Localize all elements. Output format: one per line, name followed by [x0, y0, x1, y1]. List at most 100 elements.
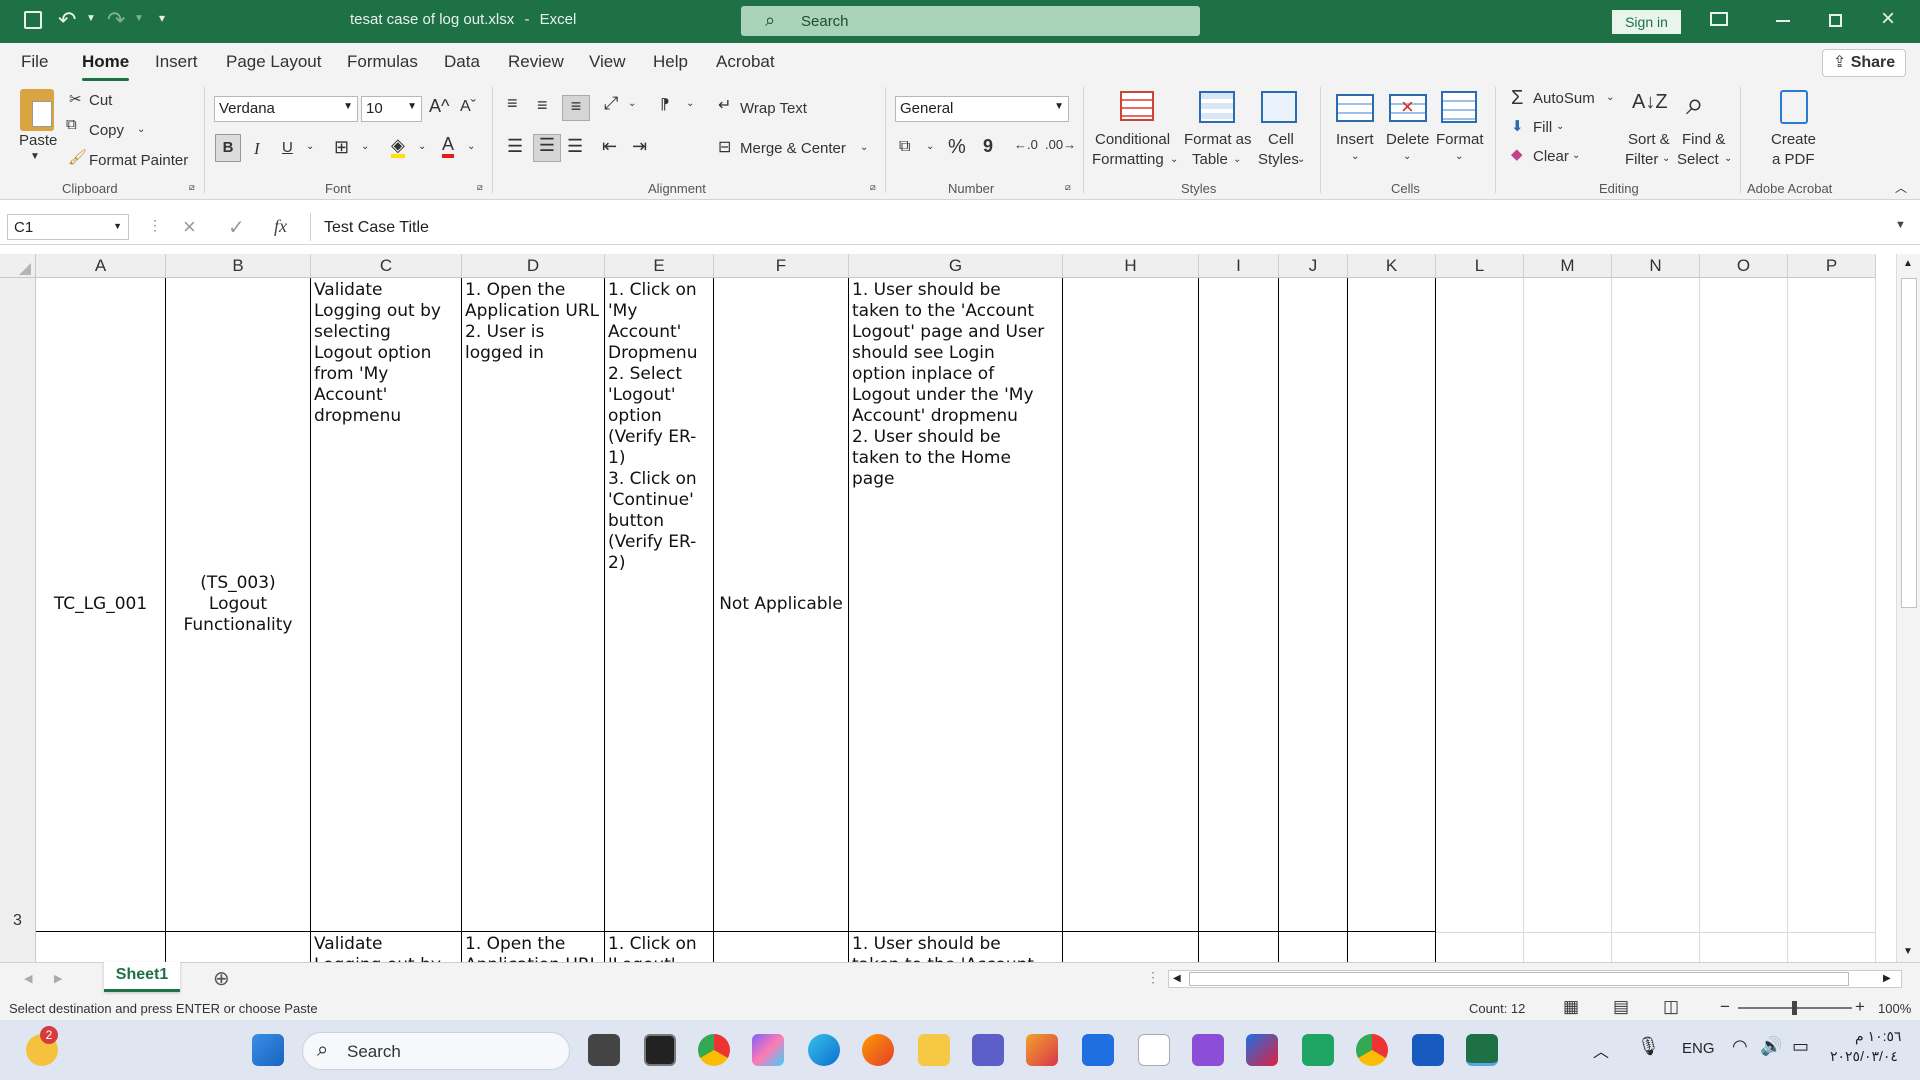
undo-icon[interactable]: ↶ — [58, 7, 76, 33]
row-header-3[interactable]: 3 — [0, 278, 36, 932]
clear-dropdown-icon[interactable]: ⌄ — [1572, 150, 1580, 161]
align-right-icon[interactable]: ☰ — [567, 136, 583, 157]
zoom-slider-thumb[interactable] — [1792, 1001, 1797, 1015]
font-name-box[interactable]: Verdana ▼ — [214, 96, 358, 122]
chevron-down-icon[interactable]: ⌄ — [1170, 154, 1178, 165]
restore-icon[interactable] — [1829, 14, 1842, 27]
firefox-icon[interactable] — [862, 1034, 894, 1066]
sort-filter-button-line2[interactable]: Filter — [1625, 151, 1658, 168]
cell-c4[interactable]: Validate Logging out by selecting — [311, 932, 461, 962]
font-color-icon[interactable]: A — [442, 134, 455, 158]
column-header-p[interactable]: P — [1788, 254, 1876, 278]
share-button[interactable]: ⇪ Share — [1822, 49, 1906, 77]
insert-cells-button[interactable]: Insert — [1336, 131, 1374, 148]
column-header-g[interactable]: G — [849, 254, 1063, 278]
font-color-dropdown-icon[interactable]: ⌄ — [467, 141, 475, 152]
cut-icon[interactable]: ✂ — [69, 90, 82, 108]
zoom-level[interactable]: 100% — [1878, 1001, 1911, 1016]
visual-studio-icon[interactable] — [1192, 1034, 1224, 1066]
align-middle-icon[interactable]: ≡ — [537, 95, 548, 116]
file-explorer-icon[interactable] — [918, 1034, 950, 1066]
enter-icon[interactable]: ✓ — [228, 215, 245, 240]
chevron-down-icon[interactable]: ⌄ — [1233, 154, 1241, 165]
undo-dropdown-icon[interactable]: ▼ — [86, 13, 96, 24]
accounting-dropdown-icon[interactable]: ⌄ — [926, 141, 934, 152]
weather-widget-icon[interactable]: 2 — [26, 1026, 58, 1066]
italic-button[interactable]: I — [254, 139, 260, 159]
redo-icon[interactable]: ↷ — [107, 7, 125, 33]
tab-file[interactable]: File — [21, 52, 48, 72]
language-indicator[interactable]: ENG — [1682, 1040, 1715, 1057]
search-box[interactable]: ⌕ Search — [741, 6, 1200, 36]
previous-sheet-icon[interactable]: ◀ — [24, 972, 32, 985]
scroll-up-icon[interactable]: ▲ — [1903, 258, 1913, 269]
align-top-icon[interactable]: ≡ — [507, 93, 518, 114]
percent-button[interactable]: % — [948, 136, 966, 159]
paste-dropdown-icon[interactable]: ▼ — [30, 151, 40, 162]
paste-button[interactable]: Paste — [19, 132, 57, 149]
column-header-k[interactable]: K — [1348, 254, 1436, 278]
insert-cells-icon[interactable] — [1336, 94, 1374, 122]
find-select-button-line2[interactable]: Select — [1677, 151, 1719, 168]
autosum-icon[interactable]: Σ — [1511, 87, 1523, 110]
battery-icon[interactable]: ▭ — [1792, 1036, 1809, 1057]
conditional-formatting-button-line2[interactable]: Formatting — [1092, 151, 1164, 168]
fill-button[interactable]: Fill — [1533, 119, 1552, 136]
column-header-m[interactable]: M — [1524, 254, 1612, 278]
tab-home[interactable]: Home — [82, 52, 130, 81]
align-center-icon[interactable]: ☰ — [533, 134, 561, 162]
copy-icon[interactable]: ⧉ — [66, 116, 77, 133]
tab-page-layout[interactable]: Page Layout — [226, 52, 321, 72]
copilot-icon[interactable] — [752, 1034, 784, 1066]
merge-center-icon[interactable]: ⊟ — [718, 137, 731, 157]
cell-f3[interactable]: Not Applicable — [714, 278, 848, 931]
ribbon-display-icon[interactable] — [1710, 12, 1728, 26]
format-painter-button[interactable]: Format Painter — [89, 152, 188, 169]
fill-dropdown-icon[interactable]: ⌄ — [1556, 121, 1564, 132]
tab-view[interactable]: View — [589, 52, 626, 72]
format-cells-icon[interactable] — [1441, 91, 1477, 123]
classroom-icon[interactable] — [1302, 1034, 1334, 1066]
format-as-table-button-line2[interactable]: Table — [1192, 151, 1228, 168]
vertical-scrollbar[interactable]: ▲ ▼ — [1896, 254, 1920, 962]
fill-color-icon[interactable]: ◈ — [391, 136, 405, 158]
minimize-icon[interactable] — [1776, 20, 1790, 22]
find-select-icon[interactable]: ⌕ — [1686, 85, 1704, 123]
column-header-h[interactable]: H — [1063, 254, 1199, 278]
tab-formulas[interactable]: Formulas — [347, 52, 418, 72]
format-cells-button[interactable]: Format — [1436, 131, 1484, 148]
wrap-text-icon[interactable]: ↵ — [718, 95, 731, 115]
microphone-muted-icon[interactable]: 🎙 — [1637, 1036, 1660, 1057]
comma-style-button[interactable]: 9 — [983, 136, 993, 157]
redo-dropdown-icon[interactable]: ▼ — [134, 13, 144, 24]
chevron-down-icon[interactable]: ⌄ — [1724, 153, 1732, 164]
vertical-scroll-thumb[interactable] — [1901, 278, 1917, 608]
start-icon[interactable] — [252, 1034, 284, 1066]
merge-dropdown-icon[interactable]: ⌄ — [860, 142, 868, 153]
tab-acrobat[interactable]: Acrobat — [716, 52, 775, 72]
cell-a3[interactable]: TC_LG_001 — [36, 278, 165, 931]
format-painter-icon[interactable]: 🖌 — [68, 148, 87, 166]
sheet-tab-sheet1[interactable]: Sheet1 — [104, 962, 180, 992]
decrease-decimal-icon[interactable]: .00→ — [1045, 137, 1076, 152]
name-box[interactable]: C1 ▼ — [7, 214, 129, 240]
horizontal-scrollbar[interactable]: ◀ ▶ — [1168, 970, 1902, 988]
save-icon[interactable] — [24, 11, 42, 29]
cell-g4[interactable]: 1. User should be taken to the 'Account … — [849, 932, 1062, 962]
insert-function-button[interactable]: fx — [274, 216, 287, 237]
sign-in-button[interactable]: Sign in — [1612, 10, 1681, 34]
delete-cells-button[interactable]: Delete — [1386, 131, 1429, 148]
tab-insert[interactable]: Insert — [155, 52, 198, 72]
page-layout-view-icon[interactable]: ▤ — [1613, 997, 1629, 1017]
merge-center-button[interactable]: Merge & Center — [740, 140, 846, 157]
chevron-down-icon[interactable]: ⌄ — [1403, 151, 1411, 162]
row-header-4[interactable] — [0, 932, 36, 962]
store-icon[interactable] — [1082, 1034, 1114, 1066]
underline-dropdown-icon[interactable]: ⌄ — [306, 141, 314, 152]
clock-time[interactable]: ١٠:٥٦ م — [1855, 1028, 1902, 1045]
page-break-view-icon[interactable]: ◫ — [1663, 997, 1679, 1017]
clear-button[interactable]: Clear — [1533, 148, 1569, 165]
cell-c3[interactable]: Validate Logging out by selecting Logout… — [311, 278, 461, 931]
tab-help[interactable]: Help — [653, 52, 688, 72]
find-select-button[interactable]: Find & — [1682, 131, 1725, 148]
